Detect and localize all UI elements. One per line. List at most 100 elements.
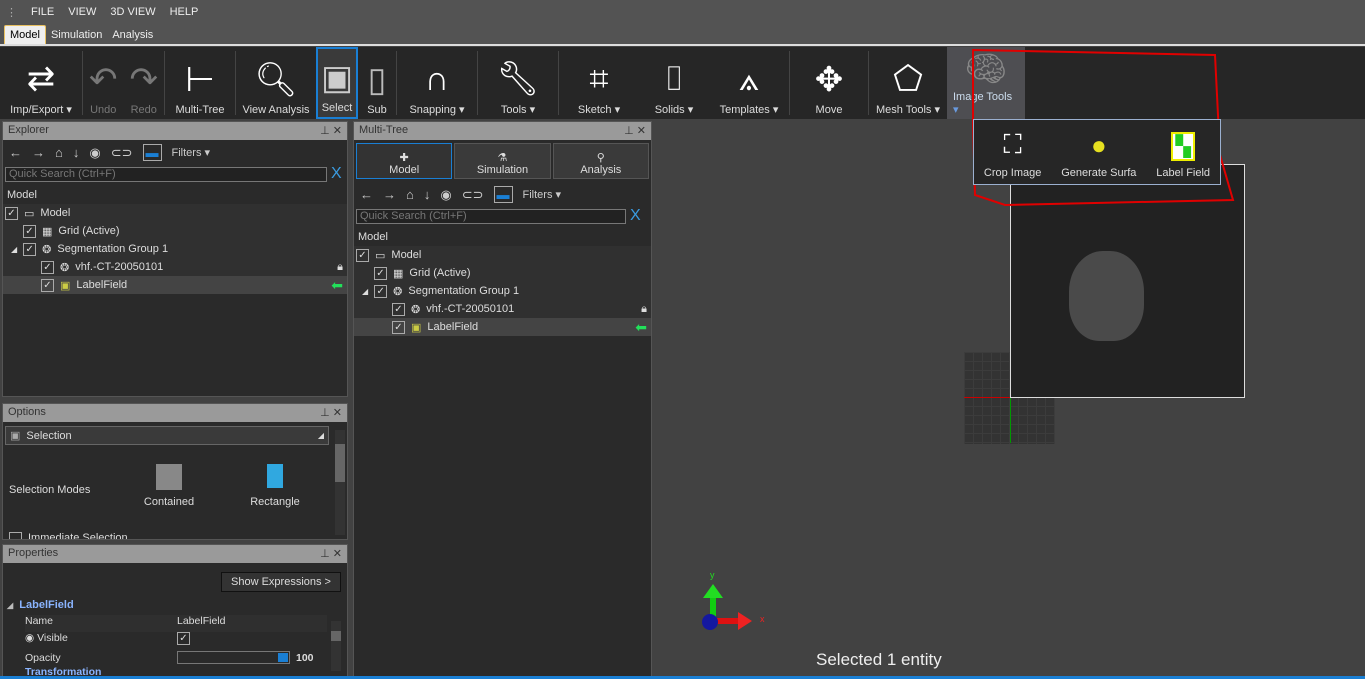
solids-button[interactable]: ⌷ Solids ▾	[639, 47, 709, 119]
show-expressions-button[interactable]: Show Expressions >	[221, 572, 341, 592]
generate-surface-item[interactable]: ● Generate Surfa	[1061, 130, 1136, 179]
tree-item-ct-image[interactable]: ✓ ❂ vhf.-CT-20050101 🔒︎	[3, 258, 347, 276]
menu-view[interactable]: VIEW	[68, 6, 96, 18]
tree-item-grid[interactable]: ✓ ▦ Grid (Active)	[3, 222, 347, 240]
pin-close-icons[interactable]: ⊥ ✕	[320, 547, 342, 561]
y-axis-line	[1010, 397, 1011, 443]
microscope-icon: ⚲	[596, 152, 605, 164]
pin-close-icons[interactable]: ⊥ ✕	[624, 124, 646, 138]
segmentation-icon: ❂	[60, 261, 70, 274]
wrench-icon: 🔧︎	[496, 60, 540, 98]
select-button[interactable]: ▣ Select	[316, 47, 358, 119]
snapping-button[interactable]: ∩ Snapping ▾	[397, 47, 477, 119]
brain-yellow-icon: ●	[1090, 130, 1107, 160]
multitree-tab-simulation[interactable]: ⚗ Simulation	[454, 143, 551, 179]
3d-viewport[interactable]: y x Selected 1 entity	[655, 121, 1365, 677]
panel-title: Properties	[8, 547, 59, 559]
model-icon: ✚	[399, 152, 409, 164]
tab-analysis[interactable]: Analysis	[107, 26, 158, 44]
immediate-selection-checkbox[interactable]: Immediate Selection	[9, 532, 128, 539]
multitree-tab-analysis[interactable]: ⚲ Analysis	[552, 143, 649, 179]
back-icon[interactable]: ←	[9, 145, 22, 160]
eye-icon[interactable]: ◉	[440, 187, 451, 203]
link-icon[interactable]: ⊂⊃	[111, 145, 133, 161]
crop-image-item[interactable]: ⛶ Crop Image	[984, 129, 1041, 179]
collapse-icon[interactable]: ▬	[142, 144, 162, 161]
menu-help[interactable]: HELP	[170, 6, 199, 18]
sub-button[interactable]: ▯ Sub	[358, 47, 396, 119]
tab-simulation[interactable]: Simulation	[46, 26, 107, 44]
mesh-icon: ⬠	[893, 60, 923, 98]
multitree-search-input[interactable]: Quick Search (Ctrl+F)	[356, 208, 626, 224]
menu-file[interactable]: FILE	[31, 6, 54, 18]
name-value[interactable]: LabelField	[177, 615, 225, 632]
templates-button[interactable]: ⟑ Templates ▾	[709, 47, 789, 119]
multitree-tab-model[interactable]: ✚ Model	[356, 143, 453, 179]
tree-item-grid[interactable]: ✓ ▦ Grid (Active)	[354, 264, 651, 282]
home-icon[interactable]: ⌂	[406, 187, 414, 202]
visible-checkbox[interactable]: ✓	[177, 632, 190, 645]
tree-item-segmentation-group[interactable]: ◢ ✓ ❂ Segmentation Group 1	[354, 282, 651, 300]
imp-export-button[interactable]: ⇄ Imp/Export ▾	[0, 47, 82, 119]
filters-dropdown[interactable]: Filters ▾	[523, 188, 562, 201]
mesh-tools-button[interactable]: ⬠ Mesh Tools ▾	[869, 47, 947, 119]
tree-header: Model	[7, 189, 37, 201]
green-arrow-icon: ⬅	[331, 276, 343, 293]
sub-select-icon: ▯	[367, 61, 387, 99]
rectangle-icon	[267, 464, 283, 488]
image-tools-menu: ⛶ Crop Image ● Generate Surfa ▚ Label Field	[973, 119, 1221, 185]
properties-scrollbar[interactable]	[331, 621, 341, 671]
forward-icon[interactable]: →	[383, 187, 396, 202]
compass-icon: ⟑	[738, 59, 760, 98]
down-icon[interactable]: ↓	[424, 187, 431, 202]
axis-y-label: y	[710, 570, 715, 580]
tree-item-segmentation-group[interactable]: ◢ ✓ ❂ Segmentation Group 1	[3, 240, 347, 258]
menu-3d-view[interactable]: 3D VIEW	[110, 6, 155, 18]
image-tools-button[interactable]: 🧠︎ Image Tools ▾	[947, 47, 1025, 119]
tab-model[interactable]: Model	[4, 25, 46, 44]
explorer-search-input[interactable]: Quick Search (Ctrl+F)	[5, 166, 327, 182]
view-analysis-button[interactable]: 🔍︎ View Analysis	[236, 47, 316, 119]
generate-surface-label: Generate Surfa	[1061, 167, 1137, 179]
sketch-button[interactable]: ⌗ Sketch ▾	[559, 47, 639, 119]
clear-search-button[interactable]: X	[630, 207, 641, 225]
options-dropdown[interactable]: ▣ Selection ◢	[5, 426, 329, 445]
eye-icon[interactable]: ◉	[89, 145, 100, 161]
multitree-toolbar: ← → ⌂ ↓ ◉ ⊂⊃ ▬ Filters ▾	[354, 182, 651, 207]
tree-item-labelfield[interactable]: ✓ ▣ LabelField ⬅	[354, 318, 651, 336]
label-field-item[interactable]: ▚ Label Field	[1156, 132, 1210, 179]
label-field-icon: ▣	[60, 279, 71, 292]
home-icon[interactable]: ⌂	[55, 145, 63, 160]
tree-item-model[interactable]: ✓ ▭ Model	[3, 204, 347, 222]
pin-close-icons[interactable]: ⊥ ✕	[320, 406, 342, 420]
properties-panel: Properties ⊥ ✕ Show Expressions > ◢ Label…	[2, 544, 348, 677]
tools-button[interactable]: 🔧︎ Tools ▾	[478, 47, 558, 119]
sketch-icon: ⌗	[589, 59, 609, 98]
tree-item-labelfield[interactable]: ✓ ▣ LabelField ⬅	[3, 276, 347, 294]
ct-image-slice[interactable]	[1010, 164, 1245, 398]
axis-triad: y x	[700, 570, 770, 636]
property-group-header[interactable]: ◢ LabelField	[7, 599, 329, 611]
tree-item-model[interactable]: ✓ ▭ Model	[354, 246, 651, 264]
down-icon[interactable]: ↓	[73, 145, 80, 160]
undo-button[interactable]: ↶ Undo	[83, 47, 124, 119]
tree-header: Model	[358, 231, 388, 243]
contained-mode-button[interactable]: Contained	[141, 464, 197, 508]
forward-icon[interactable]: →	[32, 145, 45, 160]
opacity-value: 100	[296, 651, 314, 664]
clear-search-button[interactable]: X	[331, 165, 342, 183]
multi-tree-button[interactable]: ⊢ Multi-Tree	[165, 47, 235, 119]
brain-label-icon: 🧠︎	[964, 50, 1008, 88]
import-export-icon: ⇄	[26, 60, 56, 98]
redo-button[interactable]: ↷ Redo	[124, 47, 165, 119]
link-icon[interactable]: ⊂⊃	[462, 187, 484, 203]
opacity-slider[interactable]	[177, 651, 290, 664]
filters-dropdown[interactable]: Filters ▾	[172, 146, 211, 159]
rectangle-mode-button[interactable]: Rectangle	[247, 464, 303, 508]
tree-item-ct-image[interactable]: ✓ ❂ vhf.-CT-20050101 🔒︎	[354, 300, 651, 318]
back-icon[interactable]: ←	[360, 187, 373, 202]
pin-close-icons[interactable]: ⊥ ✕	[320, 124, 342, 138]
options-scrollbar[interactable]	[335, 430, 345, 535]
collapse-icon[interactable]: ▬	[493, 186, 513, 203]
move-button[interactable]: ✥ Move	[790, 47, 868, 119]
